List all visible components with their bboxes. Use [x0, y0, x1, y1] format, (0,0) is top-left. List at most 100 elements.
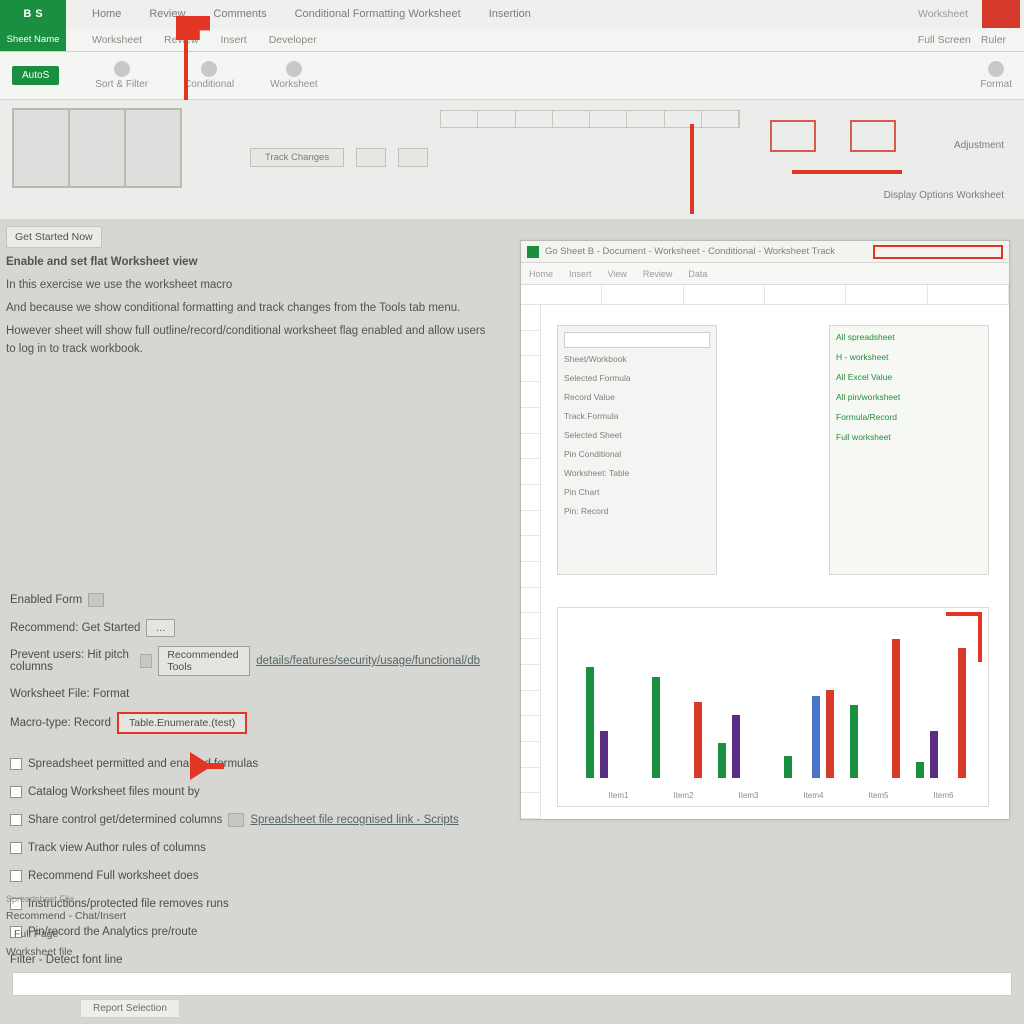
ribbon-icon[interactable] [988, 61, 1004, 77]
footer-pill[interactable]: Recommend - Chat/Insert [6, 910, 126, 922]
navigation-panel: Sheet/Workbook Selected Formula Record V… [557, 325, 717, 575]
gallery-button[interactable]: Track Changes [250, 148, 344, 167]
find-result[interactable]: Formula/Record [836, 412, 982, 426]
info-icon[interactable] [88, 593, 104, 607]
columns-icon[interactable] [140, 654, 153, 668]
find-result[interactable]: All pin/worksheet [836, 392, 982, 406]
annotation-arrow-horizontal [792, 170, 902, 174]
demo-ribbon-tab[interactable]: Data [688, 269, 707, 279]
ribbon-label: Conditional [184, 79, 234, 90]
work-surface: Get Started Now Enable and set flat Work… [0, 220, 1024, 1024]
checkbox[interactable] [10, 814, 22, 826]
formula-bar[interactable] [12, 972, 1012, 996]
find-result[interactable]: H - worksheet [836, 352, 982, 366]
app-letter-1: B [23, 8, 31, 20]
chart-bar [958, 648, 966, 778]
demo-ribbon-tab[interactable]: Home [529, 269, 553, 279]
ribbon-icon[interactable] [286, 61, 302, 77]
embedded-chart[interactable]: Item1Item2Item3Item4Item5Item6 [557, 607, 989, 807]
nav-item[interactable]: Selected Formula [564, 373, 710, 387]
chart-bar [718, 743, 726, 778]
chart-bar [784, 756, 792, 778]
chart-x-label: Item2 [673, 791, 693, 800]
ribbon-right-item[interactable]: Ruler [981, 34, 1006, 46]
checkbox[interactable] [10, 870, 22, 882]
find-result[interactable]: All spreadsheet [836, 332, 982, 346]
checkbox[interactable] [10, 786, 22, 798]
find-result[interactable]: All Excel Value [836, 372, 982, 386]
checkbox-label: Recommend Full worksheet does [28, 870, 199, 882]
demo-window: Go Sheet B - Document - Worksheet - Cond… [520, 240, 1010, 820]
close-button[interactable] [982, 0, 1020, 28]
nav-item[interactable]: Pin: Record [564, 506, 710, 520]
option-pill[interactable]: Recommended Tools [158, 646, 250, 676]
app-menu-button[interactable]: B S [0, 0, 66, 28]
gallery-button[interactable] [398, 148, 428, 167]
ribbon-right-item[interactable]: Full Screen [918, 34, 971, 46]
link-icon[interactable] [228, 813, 244, 827]
demo-ribbon-tab[interactable]: View [608, 269, 627, 279]
ribbon-label: Sort & Filter [95, 79, 148, 90]
find-panel: All spreadsheet H - worksheet All Excel … [829, 325, 989, 575]
gallery-side-label: Display Options Worksheet [884, 190, 1004, 201]
checkbox-link[interactable]: Spreadsheet file recognised link - Scrip… [250, 814, 458, 826]
chart-bar [812, 696, 820, 778]
nav-item[interactable]: Record Value [564, 392, 710, 406]
nav-item[interactable]: Pin Conditional [564, 449, 710, 463]
instruction-text: However sheet will show full outline/rec… [6, 323, 494, 359]
ribbon-icon[interactable] [114, 61, 130, 77]
menu-bar: Home Review Comments Conditional Formatt… [66, 0, 912, 28]
ribbon-tab[interactable]: Review [164, 34, 198, 46]
title-bar: B S Home Review Comments Conditional For… [0, 0, 1024, 28]
ribbon-tab[interactable]: Developer [269, 34, 317, 46]
nav-item[interactable]: Sheet/Workbook [564, 354, 710, 368]
chart-bar [732, 715, 740, 778]
checkbox-label: Track view Author rules of columns [28, 842, 206, 854]
file-tab[interactable]: Sheet Name [0, 28, 66, 51]
demo-column-headers [521, 285, 1009, 305]
nav-item[interactable]: Pin Chart [564, 487, 710, 501]
chart-bar [652, 677, 660, 778]
option-label: Recommend: Get Started [10, 622, 140, 634]
ribbon-tab[interactable]: Insert [220, 34, 246, 46]
find-result[interactable]: Full worksheet [836, 432, 982, 446]
chart-bars [586, 620, 976, 778]
checkbox[interactable] [10, 842, 22, 854]
nav-item[interactable]: Track Formula [564, 411, 710, 425]
nav-search-input[interactable] [564, 332, 710, 348]
ribbon-icon[interactable] [201, 61, 217, 77]
chart-x-label: Item5 [868, 791, 888, 800]
checkbox[interactable] [10, 758, 22, 770]
menu-item[interactable]: Review [149, 8, 185, 20]
sheet-tab[interactable]: Report Selection [80, 999, 180, 1018]
chart-bar [892, 639, 900, 778]
ribbon-tab[interactable]: Worksheet [92, 34, 142, 46]
ribbon-tabs: Sheet Name Worksheet Review Insert Devel… [0, 28, 1024, 52]
demo-row-headers [521, 305, 541, 819]
menu-item[interactable]: Comments [213, 8, 266, 20]
footer-heading: Spreadsheet File [6, 894, 486, 904]
nav-item[interactable]: Selected Sheet [564, 430, 710, 444]
macro-type-field[interactable]: Table.Enumerate.(test) [117, 712, 247, 734]
menu-item[interactable]: Conditional Formatting Worksheet [295, 8, 461, 20]
instruction-heading: Enable and set flat Worksheet view [6, 256, 198, 268]
floorplan-thumbnail[interactable] [12, 108, 182, 188]
annotation-arrow-vertical [690, 124, 694, 214]
nav-item[interactable]: Worksheet: Table [564, 468, 710, 482]
demo-ribbon-tab[interactable]: Insert [569, 269, 592, 279]
annotation-cursor-arrow-icon [190, 752, 212, 780]
option-label: Prevent users: Hit pitch columns [10, 649, 134, 673]
demo-ribbon-tab[interactable]: Review [643, 269, 673, 279]
chart-bar [850, 705, 858, 778]
demo-body: Sheet/Workbook Selected Formula Record V… [521, 285, 1009, 819]
option-value-pill[interactable]: … [146, 619, 175, 637]
gallery-button[interactable] [356, 148, 386, 167]
autosum-button[interactable]: AutoS [12, 66, 59, 85]
menu-item[interactable]: Home [92, 8, 121, 20]
option-link[interactable]: details/features/security/usage/function… [256, 655, 480, 667]
gallery-button-row: Track Changes [250, 148, 428, 167]
app-letter-2: S [35, 8, 42, 20]
menu-item[interactable]: Insertion [489, 8, 531, 20]
demo-title-bar: Go Sheet B - Document - Worksheet - Cond… [521, 241, 1009, 263]
annotation-highlight-box [873, 245, 1003, 259]
